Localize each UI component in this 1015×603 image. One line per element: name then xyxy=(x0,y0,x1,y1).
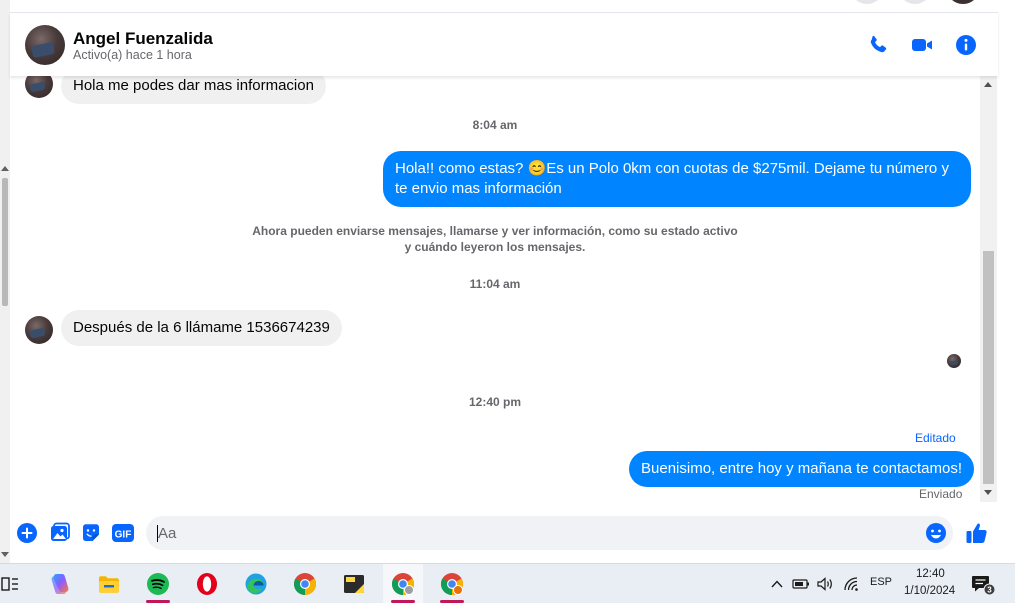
chrome-icon xyxy=(294,573,316,595)
more-actions-button[interactable] xyxy=(16,522,38,544)
taskbar-sticky-notes[interactable] xyxy=(334,564,374,603)
text-cursor xyxy=(157,525,158,542)
taskbar-opera[interactable] xyxy=(187,564,227,603)
attach-media-button[interactable] xyxy=(49,522,71,544)
plus-circle-icon xyxy=(17,523,37,543)
clock-time[interactable]: 12:40 xyxy=(916,568,945,580)
send-like-button[interactable] xyxy=(965,522,989,544)
message-list[interactable]: Hola me podes dar mas informacion 8:04 a… xyxy=(10,76,980,508)
gif-icon: GIF xyxy=(112,524,134,542)
gif-label: GIF xyxy=(115,530,132,541)
network-status[interactable] xyxy=(840,564,862,603)
emoji-button[interactable] xyxy=(925,522,947,544)
battery-icon xyxy=(792,579,809,589)
notification-icon: 3 xyxy=(972,576,996,596)
timestamp: 8:04 am xyxy=(472,118,518,132)
scroll-thumb[interactable] xyxy=(983,251,994,484)
chevron-up-icon xyxy=(771,580,783,588)
image-icon xyxy=(51,522,70,541)
show-hidden-icons-button[interactable] xyxy=(766,564,788,603)
incoming-message[interactable]: Después de la 6 llámame 1536674239 xyxy=(61,310,342,346)
message-scrollbar[interactable] xyxy=(980,76,997,502)
smiley-icon xyxy=(926,523,946,543)
gif-button[interactable]: GIF xyxy=(111,522,135,544)
edited-label[interactable]: Editado xyxy=(915,431,956,445)
sticker-icon xyxy=(83,524,99,541)
conversation-info-button[interactable] xyxy=(954,33,978,57)
thumbs-up-icon xyxy=(966,523,987,543)
read-receipt-avatar xyxy=(947,354,961,368)
top-profile-avatar-partial[interactable] xyxy=(946,0,980,4)
outgoing-message[interactable]: Hola!! como estas? 😊Es un Polo 0km con c… xyxy=(383,151,971,207)
input-language[interactable]: ESP xyxy=(870,576,892,588)
volume-control[interactable] xyxy=(814,564,836,603)
screen: Angel Fuenzalida Activo(a) hace 1 hora H… xyxy=(0,0,1015,603)
taskbar-task-view[interactable] xyxy=(0,564,30,603)
timestamp: 12:40 pm xyxy=(468,395,522,409)
chrome-icon xyxy=(392,573,414,595)
top-button-partial[interactable] xyxy=(898,0,932,4)
sticky-notes-icon xyxy=(344,575,364,593)
taskbar-chrome-profile-1[interactable] xyxy=(383,564,423,603)
task-view-icon xyxy=(1,577,18,591)
video-camera-icon xyxy=(912,39,932,51)
taskbar-chrome-profile-2[interactable] xyxy=(432,564,472,603)
folder-icon xyxy=(99,576,119,593)
taskbar-edge[interactable] xyxy=(236,564,276,603)
contact-status: Activo(a) hace 1 hora xyxy=(73,48,192,62)
video-call-button[interactable] xyxy=(910,33,934,57)
left-scrollbar[interactable] xyxy=(0,0,10,563)
left-scroll-down-arrow[interactable] xyxy=(1,552,9,557)
left-scroll-thumb[interactable] xyxy=(2,178,8,306)
scroll-down-arrow[interactable] xyxy=(984,490,992,495)
spotify-icon xyxy=(147,573,169,595)
taskbar: ESP 12:40 1/10/2024 3 xyxy=(0,563,1015,603)
wifi-icon xyxy=(844,577,858,591)
taskbar-file-explorer[interactable] xyxy=(89,564,129,603)
scroll-up-arrow[interactable] xyxy=(984,82,992,87)
audio-call-button[interactable] xyxy=(866,33,890,57)
sent-status: Enviado xyxy=(919,487,963,501)
clock-date[interactable]: 1/10/2024 xyxy=(904,585,955,597)
speaker-icon xyxy=(817,577,832,591)
notifications-button[interactable]: 3 xyxy=(968,564,998,603)
info-icon xyxy=(956,35,976,55)
opera-icon xyxy=(197,573,217,595)
outgoing-message[interactable]: Buenisimo, entre hoy y mañana te contact… xyxy=(629,451,975,487)
contact-name[interactable]: Angel Fuenzalida xyxy=(73,29,213,49)
sender-avatar[interactable] xyxy=(25,316,53,344)
contact-avatar[interactable] xyxy=(25,25,65,65)
battery-status[interactable] xyxy=(790,564,812,603)
message-input[interactable] xyxy=(146,516,953,550)
sender-avatar[interactable] xyxy=(25,76,53,98)
system-notice: Ahora pueden enviarse mensajes, llamarse… xyxy=(252,224,738,254)
message-composer: GIF xyxy=(10,508,998,563)
copilot-icon xyxy=(51,574,69,594)
chat-header: Angel Fuenzalida Activo(a) hace 1 hora xyxy=(10,12,998,76)
taskbar-spotify[interactable] xyxy=(138,564,178,603)
phone-icon xyxy=(870,35,887,53)
left-scroll-up-arrow[interactable] xyxy=(1,166,9,171)
top-button-partial[interactable] xyxy=(850,0,884,4)
incoming-message[interactable]: Hola me podes dar mas informacion xyxy=(61,76,326,104)
sticker-button[interactable] xyxy=(80,522,102,544)
edge-icon xyxy=(245,573,267,595)
chrome-icon xyxy=(441,573,463,595)
taskbar-chrome[interactable] xyxy=(285,564,325,603)
timestamp: 11:04 am xyxy=(469,277,521,291)
notification-count-badge: 3 xyxy=(987,586,992,595)
taskbar-copilot[interactable] xyxy=(40,564,80,603)
